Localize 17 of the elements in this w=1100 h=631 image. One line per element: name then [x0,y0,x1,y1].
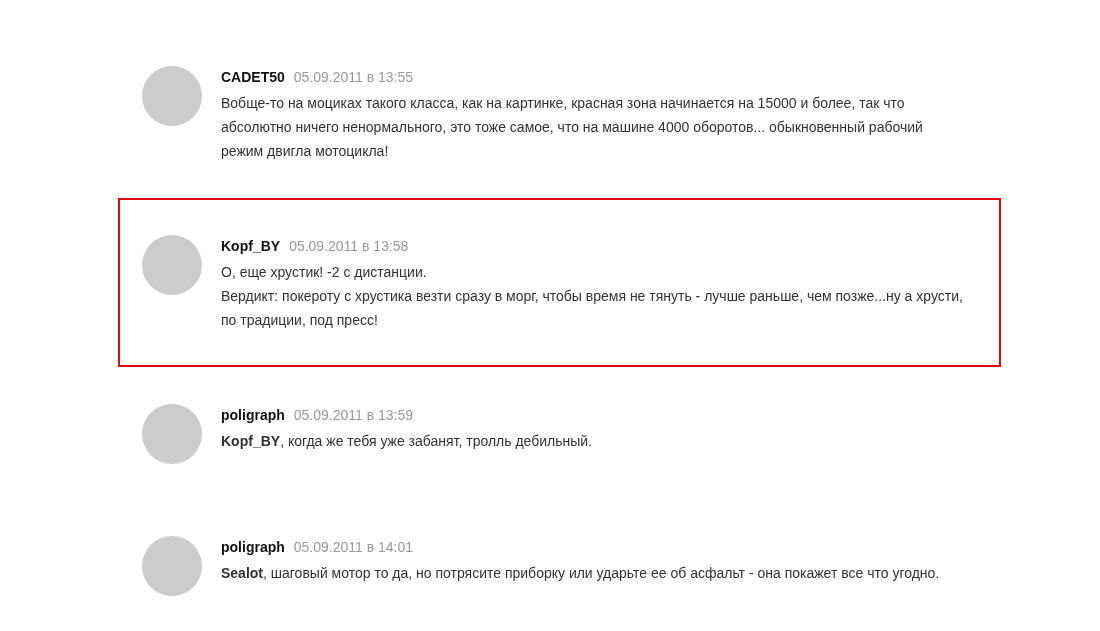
author-name[interactable]: poligraph [221,404,285,426]
comment-text: О, еще хрустик! -2 с дистанции. [221,263,428,282]
avatar-icon [142,235,202,295]
author-name[interactable]: Kopf_BY [221,235,281,257]
author-name[interactable]: poligraph [221,536,285,558]
comment-text: Sealot, шаговый мотор то да, но потрясите приборку или ударьте ее об асфальт - она покажет все что угодно. [221,564,941,583]
avatar-icon [142,404,202,464]
comment-text: Kopf_BY, когда же тебя уже забанят, тролль дебильный. [221,432,594,451]
avatar-icon [142,66,202,126]
avatar-icon [142,536,202,596]
comment-date: 05.09.2011 в 13:58 [289,237,409,256]
author-name[interactable]: CADET50 [221,66,285,88]
comment-text: Вобще-то на моциках такого класса, как на картинке, красная зона начинается на 15000 и более, так что абсолютно ничего ненормального, это тоже самое, что на машине 4000 оборотов... обыкновенный рабочий режим двигла мотоцикла! [221,94,924,161]
comment-text: Вердикт: покероту с хрустика везти сразу в морг, чтобы время не тянуть - лучше раньше, чем позже...ну а хрусти, по традиции, под пресс! [221,287,964,330]
comment-date: 05.09.2011 в 13:59 [293,406,414,425]
comment-date: 05.09.2011 в 13:55 [293,68,414,87]
comment-date: 05.09.2011 в 14:01 [293,538,414,557]
